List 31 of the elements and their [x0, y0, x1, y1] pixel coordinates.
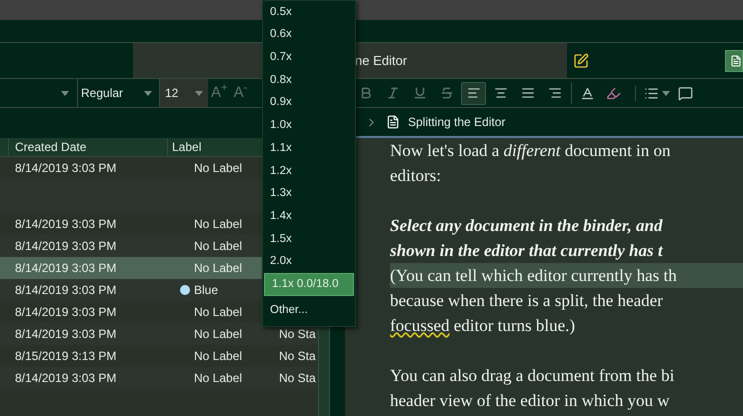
text-line: focussed editor turns blue.) — [390, 315, 576, 337]
text-line: Now let's load a different document in on — [390, 140, 672, 162]
table-cell-text: 8/14/2019 3:03 PM — [15, 282, 118, 299]
table-cell-text: 8/14/2019 3:03 PM — [15, 238, 118, 255]
size-value: 12 — [165, 85, 178, 102]
table-cell-text: No Label — [194, 348, 242, 365]
table-cell-text: No Sta — [279, 326, 316, 343]
table-cell-text: No Sta — [279, 370, 316, 387]
table-cell-text: No Label — [194, 216, 242, 233]
table-cell-text: No Label — [194, 326, 242, 343]
text-line: editors: — [390, 165, 442, 187]
table-cell-text: No Label — [194, 160, 242, 177]
table-cell-text: 8/14/2019 3:03 PM — [15, 326, 118, 343]
text-line: because when there is a split, the header — [390, 290, 664, 312]
table-cell-text: 8/14/2019 3:03 PM — [15, 160, 118, 177]
table-cell-text: No Label — [194, 370, 242, 387]
table-cell-text: No Label — [194, 304, 242, 321]
table-cell-text: No Label — [194, 238, 242, 255]
table-cell-text: 8/15/2019 3:13 PM — [15, 348, 118, 365]
table-cell-text: 8/14/2019 3:03 PM — [15, 370, 118, 387]
table-cell-text: 8/14/2019 3:03 PM — [15, 304, 118, 321]
text-line: You can also drag a document from the bi — [390, 365, 676, 387]
table-cell-text: No Label — [194, 260, 242, 277]
text-line: shown in the editor that currently has t — [390, 240, 664, 262]
style-value: Regular — [81, 85, 124, 102]
table-cell-text: 8/14/2019 3:03 PM — [15, 216, 118, 233]
table-cell-text: Blue — [194, 282, 218, 299]
table-cell-text: 8/14/2019 3:03 PM — [15, 260, 118, 277]
text-line: Select any document in the binder, and — [390, 215, 664, 237]
table-cell-text: No Sta — [279, 348, 316, 365]
text-line: header view of the editor in which you w — [390, 390, 670, 412]
